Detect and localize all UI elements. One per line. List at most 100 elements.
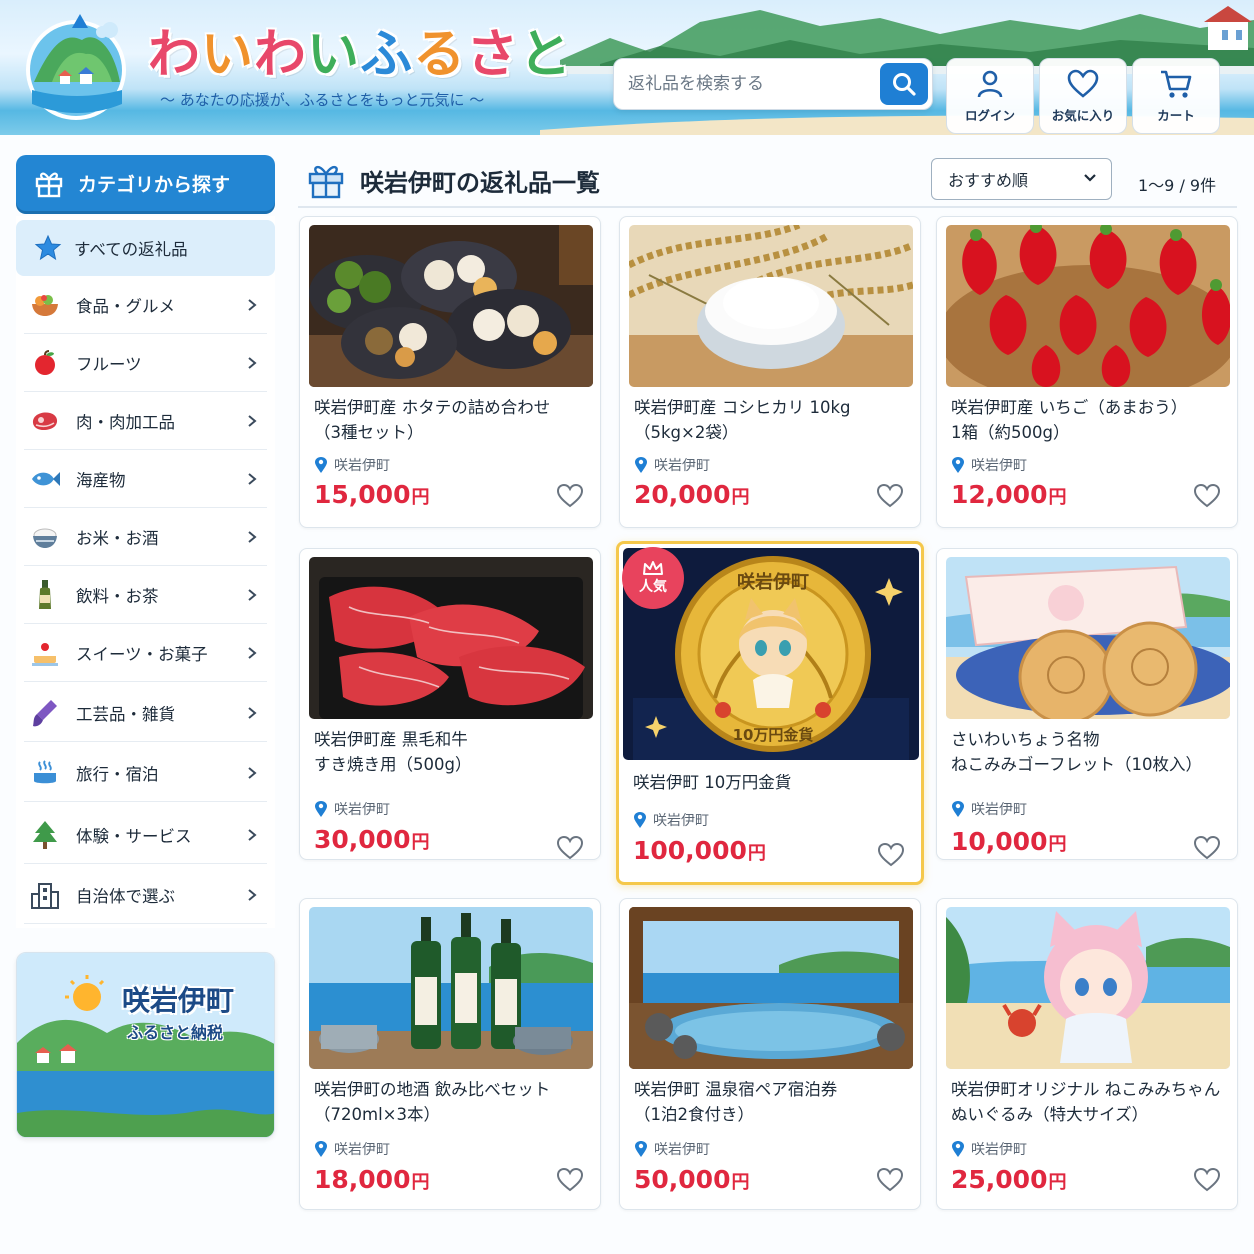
favorite-heart-icon[interactable]	[876, 1167, 904, 1193]
sort-dropdown[interactable]: おすすめ順	[931, 158, 1112, 200]
chevron-right-icon	[248, 706, 257, 719]
svg-text:10万円金貨: 10万円金貨	[733, 726, 814, 744]
product-title: 咲岩伊町 10万円金貨	[633, 773, 792, 792]
category-all[interactable]: すべての返礼品	[16, 220, 275, 276]
category-item-label: お米・お酒	[76, 528, 159, 548]
gift-icon	[308, 165, 344, 199]
location-pin-icon	[952, 457, 964, 473]
town-promo-banner[interactable]: 咲岩伊町 ふるさと納税	[16, 952, 275, 1138]
chevron-right-icon	[248, 888, 257, 901]
product-card[interactable]: 咲岩伊町産 コシヒカリ 10kg （5kg×2袋） 咲岩伊町 20,000円	[619, 216, 921, 528]
search-input[interactable]	[628, 59, 878, 109]
rice-bowl-icon	[33, 528, 57, 548]
product-card[interactable]: 咲岩伊町産 ホタテの詰め合わせ （3種セット） 咲岩伊町 15,000円	[299, 216, 601, 528]
category-item-food[interactable]: 食品・グルメ	[24, 276, 267, 334]
category-item-label: 肉・肉加工品	[76, 412, 175, 432]
chevron-right-icon	[248, 530, 257, 543]
product-card[interactable]: 咲岩伊町 温泉宿ペア宿泊券 （1泊2食付き） 咲岩伊町 50,000円	[619, 898, 921, 1210]
product-image-strawberries	[946, 225, 1230, 387]
search-box	[613, 58, 933, 110]
favorite-heart-icon[interactable]	[556, 483, 584, 509]
product-location: 咲岩伊町	[314, 1139, 390, 1159]
category-heading: カテゴリから探す	[16, 155, 275, 211]
chevron-right-icon	[248, 766, 257, 779]
favorite-heart-icon[interactable]	[556, 1167, 584, 1193]
favorite-heart-icon[interactable]	[1193, 1167, 1221, 1193]
category-item-crafts[interactable]: 工芸品・雑貨	[24, 684, 267, 742]
product-title: 咲岩伊町の地酒 飲み比べセット （720ml×3本）	[314, 1080, 551, 1124]
product-image-scallops	[309, 225, 593, 387]
category-item-travel[interactable]: 旅行・宿泊	[24, 744, 267, 802]
category-item-sweets[interactable]: スイーツ・お菓子	[24, 624, 267, 682]
page-title-text: 咲岩伊町の返礼品一覧	[360, 168, 600, 197]
product-title: 咲岩伊町オリジナル ねこみみちゃん ぬいぐるみ（特大サイズ）	[951, 1080, 1221, 1124]
favorites-button[interactable]: お気に入り	[1039, 58, 1127, 134]
product-price: 12,000円	[951, 480, 1067, 509]
product-price: 20,000円	[634, 480, 750, 509]
chevron-right-icon	[248, 298, 257, 311]
product-title: 咲岩伊町 温泉宿ペア宿泊券 （1泊2食付き）	[634, 1080, 838, 1124]
chevron-right-icon	[248, 646, 257, 659]
category-item-label: 海産物	[76, 470, 126, 490]
location-pin-icon	[315, 457, 327, 473]
product-price: 50,000円	[634, 1165, 750, 1194]
login-button[interactable]: ログイン	[946, 58, 1034, 134]
category-item-label: 食品・グルメ	[76, 296, 175, 316]
product-location: 咲岩伊町	[951, 1139, 1027, 1159]
product-card-featured[interactable]: 人気 咲岩伊町 10万円金貨 咲岩伊町 10万円金貨 咲岩伊町 100,000円	[616, 541, 924, 885]
location-pin-icon	[634, 812, 646, 828]
sort-selected-label: おすすめ順	[948, 171, 1029, 190]
category-item-rice-sake[interactable]: お米・お酒	[24, 508, 267, 566]
product-title: 咲岩伊町産 コシヒカリ 10kg （5kg×2袋）	[634, 398, 851, 442]
favorites-label: お気に入り	[1051, 107, 1115, 123]
favorite-heart-icon[interactable]	[1193, 835, 1221, 861]
product-card[interactable]: 咲岩伊町オリジナル ねこみみちゃん ぬいぐるみ（特大サイズ） 咲岩伊町 25,00…	[936, 898, 1238, 1210]
food-bowl-icon	[32, 294, 58, 316]
logo-island-icon	[26, 14, 126, 120]
svg-text:咲岩伊町: 咲岩伊町	[737, 571, 809, 593]
cart-button[interactable]: カート	[1132, 58, 1220, 134]
category-item-drinks[interactable]: 飲料・お茶	[24, 566, 267, 624]
product-card[interactable]: 咲岩伊町産 黒毛和牛 すき焼き用（500g） 咲岩伊町 30,000円	[299, 548, 601, 860]
cart-label: カート	[1157, 107, 1195, 123]
location-pin-icon	[635, 1141, 647, 1157]
result-count: 1〜9 / 9件	[1138, 176, 1217, 195]
favorite-heart-icon[interactable]	[876, 483, 904, 509]
category-item-fruit[interactable]: フルーツ	[24, 334, 267, 392]
tree-icon	[33, 820, 57, 849]
category-item-meat[interactable]: 肉・肉加工品	[24, 392, 267, 450]
category-list: すべての返礼品 食品・グルメ フルーツ 肉・肉加工品 海産物 お米・お酒 飲料・…	[16, 216, 275, 928]
building-icon	[31, 882, 59, 909]
product-price: 25,000円	[951, 1165, 1067, 1194]
favorite-heart-icon[interactable]	[1193, 483, 1221, 509]
category-item-municipality[interactable]: 自治体で選ぶ	[24, 866, 267, 924]
user-icon	[977, 70, 1003, 97]
category-heading-label: カテゴリから探す	[78, 173, 231, 196]
product-card[interactable]: 咲岩伊町の地酒 飲み比べセット （720ml×3本） 咲岩伊町 18,000円	[299, 898, 601, 1210]
category-item-label: フルーツ	[76, 354, 142, 374]
chevron-right-icon	[248, 588, 257, 601]
category-item-label: 体験・サービス	[76, 826, 192, 846]
search-button[interactable]	[880, 63, 928, 105]
brand-tagline: 〜 あなたの応援が、ふるさとをもっと元気に 〜	[160, 91, 485, 109]
brand-title[interactable]: わいわいふるさと	[148, 12, 572, 87]
favorite-heart-icon[interactable]	[556, 835, 584, 861]
promo-title: 咲岩伊町	[122, 984, 235, 1017]
product-title: 咲岩伊町産 ホタテの詰め合わせ （3種セット）	[314, 398, 551, 442]
chevron-right-icon	[248, 414, 257, 427]
chevron-right-icon	[248, 472, 257, 485]
product-card[interactable]: 咲岩伊町産 いちご（あまおう） 1箱（約500g） 咲岩伊町 12,000円	[936, 216, 1238, 528]
favorite-heart-icon[interactable]	[877, 842, 905, 868]
location-pin-icon	[315, 801, 327, 817]
product-location: 咲岩伊町	[633, 810, 709, 830]
product-card[interactable]: さいわいちょう名物 ねこみみゴーフレット（10枚入） 咲岩伊町 10,000円	[936, 548, 1238, 860]
product-location: 咲岩伊町	[314, 799, 390, 819]
product-image-sake	[309, 907, 593, 1069]
category-item-experience[interactable]: 体験・サービス	[24, 806, 267, 864]
category-item-label: 飲料・お茶	[76, 586, 159, 606]
search-icon	[893, 73, 916, 96]
cake-icon	[32, 642, 58, 666]
promo-subtitle: ふるさと納税	[127, 1023, 224, 1042]
login-label: ログイン	[964, 107, 1015, 123]
category-item-seafood[interactable]: 海産物	[24, 450, 267, 508]
